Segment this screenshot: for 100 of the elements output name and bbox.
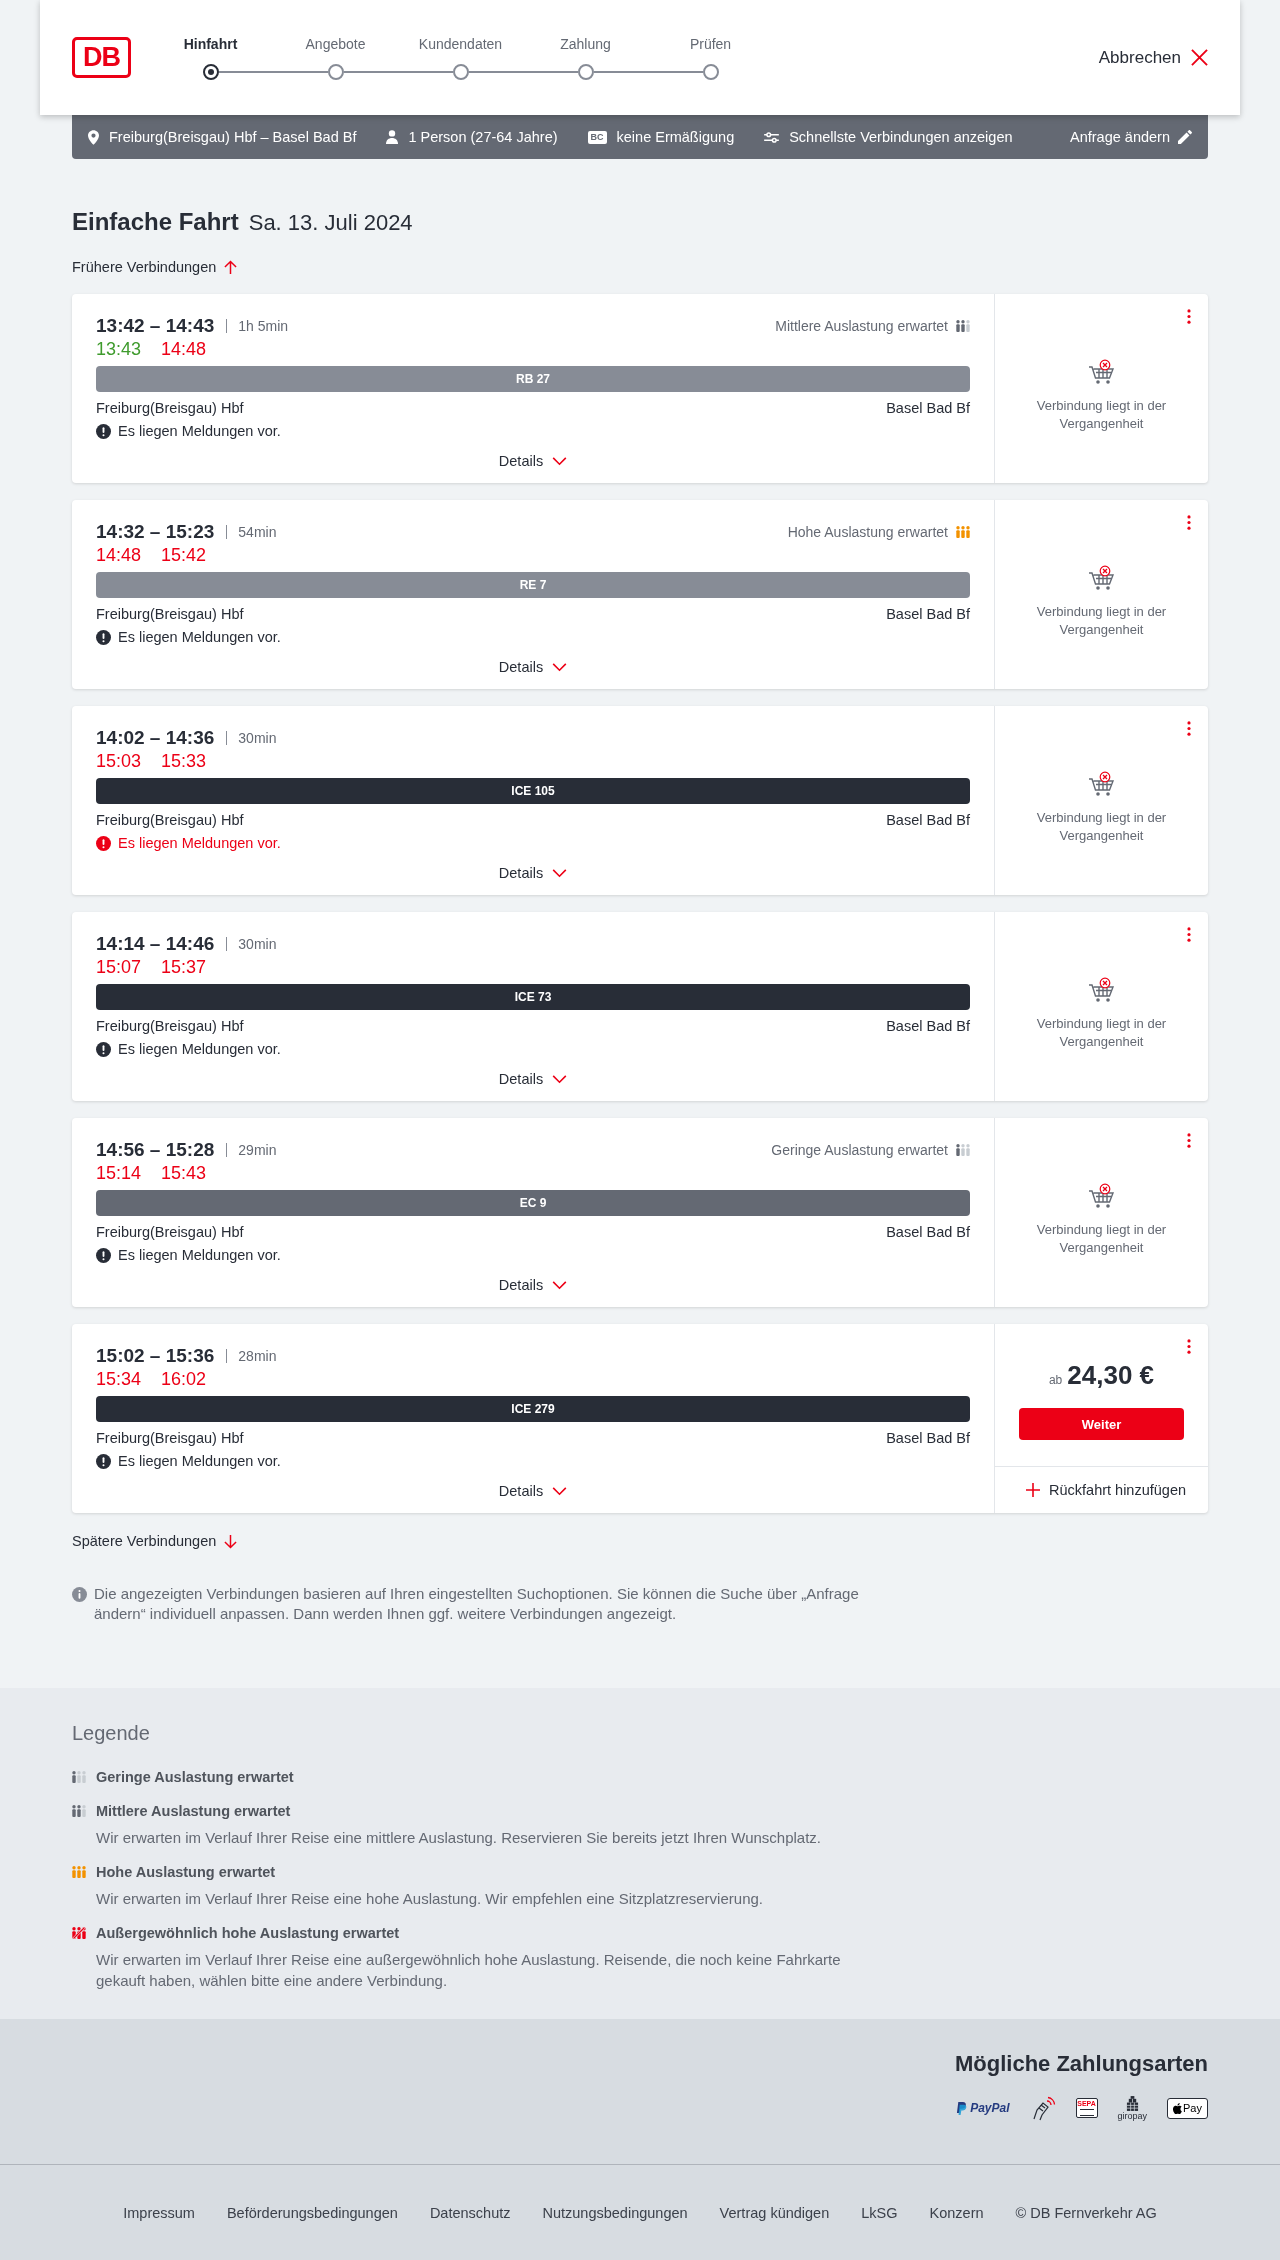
chevron-down-icon: [552, 1280, 568, 1290]
giropay-logo: giropay: [1117, 2095, 1148, 2121]
past-connection-note: Verbindung liegt in der Vergangenheit: [1035, 397, 1168, 433]
chevron-down-icon: [552, 868, 568, 878]
cart-cross-icon: [1087, 1183, 1116, 1209]
arrival-station: Basel Bad Bf: [886, 1223, 970, 1242]
occupancy-icon: [72, 1771, 86, 1783]
legend-item-title: Mittlere Auslastung erwartet: [96, 1802, 291, 1821]
db-logo[interactable]: DB: [72, 37, 131, 78]
summary-text: keine Ermäßigung: [616, 129, 735, 145]
past-connection-note: Verbindung liegt in der Vergangenheit: [1035, 809, 1168, 845]
summary-text: Schnellste Verbindungen anzeigen: [789, 129, 1013, 145]
arrow-up-icon: [224, 259, 238, 275]
footer-link[interactable]: LkSG: [861, 2205, 898, 2221]
footer-link[interactable]: Datenschutz: [429, 2205, 511, 2221]
step-label: Angebote: [304, 35, 367, 53]
travel-duration: 54min: [226, 525, 277, 539]
location-pin-icon: [88, 129, 99, 145]
realtime-time: 15:37: [161, 956, 207, 978]
details-toggle[interactable]: Details: [498, 657, 568, 677]
step-label: Kundendaten: [417, 35, 504, 53]
realtime-time: 15:33: [161, 750, 207, 772]
travel-duration: 1h 5min: [226, 319, 289, 333]
more-icon[interactable]: [1187, 309, 1191, 324]
page-title: Einfache Fahrt: [72, 207, 239, 237]
footer-link[interactable]: Konzern: [929, 2205, 984, 2221]
travel-duration: 30min: [226, 731, 277, 745]
message-text: Es liegen Meldungen vor.: [118, 834, 281, 853]
legend-item-title: Geringe Auslastung erwartet: [96, 1768, 294, 1787]
realtime-time: 15:42: [161, 544, 207, 566]
legend-title: Legende: [72, 1721, 151, 1746]
travel-duration: 29min: [226, 1143, 277, 1157]
realtime-time: 15:34: [96, 1368, 142, 1390]
add-return-button[interactable]: Rückfahrt hinzufügen: [995, 1466, 1208, 1513]
occupancy-icon: [72, 1927, 86, 1939]
paypal-logo: PayPal: [956, 2101, 1010, 2115]
realtime-time: 16:02: [161, 1368, 207, 1390]
legend-item-description: Wir erwarten im Verlauf Ihrer Reise eine mittlere Auslastung. Reservieren Sie bereits jetzt Ihren Wunschplatz.: [96, 1828, 823, 1848]
cancel-button[interactable]: Abbrechen: [1098, 47, 1208, 68]
realtime-time: 15:07: [96, 956, 142, 978]
planned-times: 13:42 – 14:43: [96, 315, 215, 337]
occupancy-icon: [956, 320, 970, 332]
planned-times: 14:56 – 15:28: [96, 1139, 215, 1161]
past-connection-note: Verbindung liegt in der Vergangenheit: [1035, 1015, 1168, 1051]
past-connection-note: Verbindung liegt in der Vergangenheit: [1035, 1221, 1168, 1257]
legend-item-title: Außergewöhnlich hohe Auslastung erwartet: [96, 1924, 400, 1943]
message-text: Es liegen Meldungen vor.: [118, 628, 281, 647]
step-label: Zahlung: [559, 35, 612, 53]
arrival-station: Basel Bad Bf: [886, 1429, 970, 1448]
plus-icon: [1026, 1483, 1040, 1497]
info-icon: [72, 1587, 87, 1602]
footer-link[interactable]: Vertrag kündigen: [719, 2205, 830, 2221]
cart-cross-icon: [1087, 359, 1116, 385]
arrival-station: Basel Bad Bf: [886, 811, 970, 830]
details-toggle[interactable]: Details: [498, 1069, 568, 1089]
arrival-station: Basel Bad Bf: [886, 1017, 970, 1036]
apple-pay-logo: Pay: [1167, 2097, 1208, 2119]
details-toggle[interactable]: Details: [498, 1481, 568, 1501]
departure-station: Freiburg(Breisgau) Hbf: [96, 399, 244, 418]
occupancy-icon: [72, 1866, 86, 1878]
details-toggle[interactable]: Details: [498, 1275, 568, 1295]
message-text: Es liegen Meldungen vor.: [118, 1040, 281, 1059]
arrow-down-icon: [224, 1533, 238, 1549]
price: 24,30 €: [1067, 1359, 1155, 1392]
more-icon[interactable]: [1187, 1133, 1191, 1148]
chevron-down-icon: [552, 1074, 568, 1084]
details-toggle[interactable]: Details: [498, 451, 568, 471]
planned-times: 14:14 – 14:46: [96, 933, 215, 955]
details-toggle[interactable]: Details: [498, 863, 568, 883]
payment-title: Mögliche Zahlungsarten: [954, 2050, 1208, 2078]
realtime-time: 14:48: [161, 338, 207, 360]
later-connections-link[interactable]: Spätere Verbindungen: [72, 1531, 238, 1551]
departure-station: Freiburg(Breisgau) Hbf: [96, 605, 244, 624]
realtime-time: 15:03: [96, 750, 142, 772]
chevron-down-icon: [552, 456, 568, 466]
copyright-text: © DB Fernverkehr AG: [1015, 2205, 1157, 2221]
pencil-icon: [1178, 130, 1192, 144]
close-icon: [1191, 49, 1208, 66]
footer-link[interactable]: Impressum: [123, 2205, 195, 2221]
more-icon[interactable]: [1187, 721, 1191, 736]
footer-link[interactable]: Nutzungsbedingungen: [542, 2205, 688, 2221]
train-bar: EC 9: [96, 1190, 970, 1216]
continue-button[interactable]: Weiter: [1019, 1408, 1184, 1440]
planned-times: 14:02 – 14:36: [96, 727, 215, 749]
earlier-connections-link[interactable]: Frühere Verbindungen: [72, 257, 238, 277]
chevron-down-icon: [552, 662, 568, 672]
occupancy-icon: [72, 1805, 86, 1817]
summary-text: Freiburg(Breisgau) Hbf – Basel Bad Bf: [109, 129, 357, 145]
cart-cross-icon: [1087, 771, 1116, 797]
summary-text: 1 Person (27-64 Jahre): [408, 129, 558, 145]
past-connection-note: Verbindung liegt in der Vergangenheit: [1035, 603, 1168, 639]
more-icon[interactable]: [1187, 927, 1191, 942]
more-icon[interactable]: [1187, 1339, 1191, 1354]
occupancy-icon: [956, 526, 970, 538]
edit-request-link[interactable]: Anfrage ändern: [1070, 129, 1192, 145]
realtime-time: 15:14: [96, 1162, 142, 1184]
planned-times: 15:02 – 15:36: [96, 1345, 215, 1367]
footer-link[interactable]: Beförderungsbedingungen: [226, 2205, 398, 2221]
cart-cross-icon: [1087, 565, 1116, 591]
more-icon[interactable]: [1187, 515, 1191, 530]
